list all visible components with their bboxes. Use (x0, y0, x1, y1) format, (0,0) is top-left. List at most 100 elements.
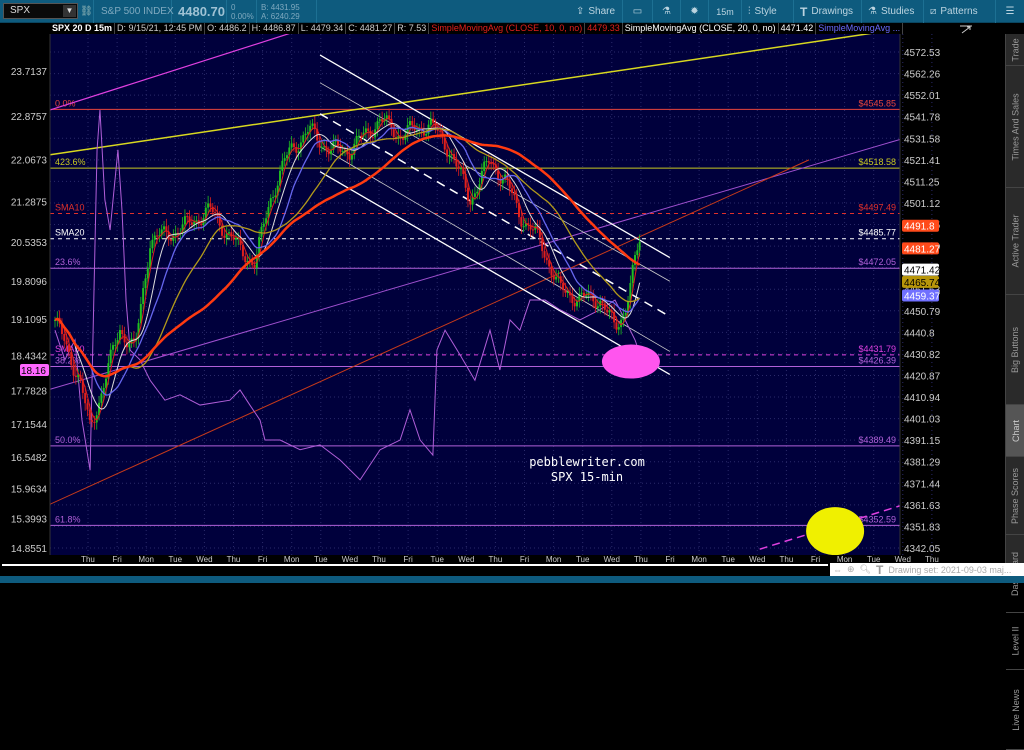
candle-body (446, 149, 449, 157)
sma20-study-label[interactable]: SimpleMovingAvg (CLOSE, 20, 0, no) (623, 23, 779, 34)
candle-body (371, 137, 374, 139)
sidebar-tab-times-and-sales[interactable]: Times And Sales (1006, 66, 1024, 188)
sidebar-tab-big-buttons[interactable]: Big Buttons (1006, 295, 1024, 405)
level-price: $4518.58 (858, 157, 896, 167)
candle-body (281, 160, 284, 171)
candle-body (223, 235, 226, 238)
horizontal-scrollbar[interactable] (2, 564, 828, 574)
candle-body (425, 133, 428, 136)
pan-icon[interactable]: ⇔ (833, 565, 842, 575)
candle-body (357, 135, 360, 137)
candle-body (170, 239, 172, 241)
candle-body (545, 257, 548, 261)
candle-body (476, 191, 479, 194)
sidebar-tab-phase-scores[interactable]: Phase Scores (1006, 457, 1024, 535)
candle-body (84, 392, 87, 404)
sidebar-tab-trade[interactable]: Trade (1006, 34, 1024, 66)
bar-open: O: 4486.2 (205, 23, 250, 34)
zoom-icon[interactable]: 🔍︎ (860, 564, 871, 575)
sma10-study-label[interactable]: SimpleMovingAvg (CLOSE, 10, 0, no) (429, 23, 586, 34)
candle-body (376, 121, 379, 130)
pink-target-ellipse (601, 344, 660, 379)
text-tool-icon[interactable]: T (876, 563, 883, 577)
candle-body (86, 403, 89, 410)
candle-body (564, 290, 567, 293)
candle-body (511, 188, 514, 194)
candle-body (286, 155, 288, 159)
price-tick-label: 4521.41 (904, 156, 941, 167)
crosshair-icon[interactable]: ⊕ (847, 564, 855, 575)
candle-body (457, 166, 460, 169)
price-tick-label: 4401.03 (904, 415, 941, 426)
price-tick-label: 4391.15 (904, 436, 941, 447)
candle-body (367, 128, 370, 131)
sidebar-tab-live-news[interactable]: Live News (1006, 670, 1024, 750)
candle-body (283, 158, 286, 161)
candle-body (555, 276, 558, 280)
vix-tick-label: 19.8096 (11, 277, 48, 288)
candle-body (631, 264, 634, 284)
price-badge-label: 4471.42 (904, 266, 941, 277)
candle-body (207, 203, 210, 208)
candle-body (163, 226, 166, 230)
candle-body (114, 344, 117, 346)
sma50-study-label[interactable]: SimpleMovingAvg ... (816, 23, 904, 34)
candle-body (327, 150, 330, 155)
level-label: 423.6% (55, 157, 86, 167)
price-chart[interactable]: 0.0% $4545.85423.6% $4518.58SMA10 $4497.49S… (0, 0, 1024, 583)
candle-body (306, 132, 309, 134)
candle-body (522, 226, 525, 228)
price-badge-label: 4481.27 (904, 244, 941, 255)
candle-body (552, 275, 555, 280)
vix-tick-label: 14.8551 (11, 544, 48, 555)
candle-body (603, 303, 606, 310)
candle-body (378, 119, 381, 122)
chart-title: SPX 20 D 15m (50, 23, 116, 34)
candle-body (585, 295, 588, 297)
candle-body (381, 119, 384, 122)
candle-body (253, 265, 256, 268)
candle-body (601, 300, 604, 304)
vix-tick-label: 15.3993 (11, 515, 48, 526)
sma10-value: 4479.33 (585, 23, 623, 34)
candle-body (448, 155, 451, 157)
level-price: $4497.49 (858, 202, 896, 212)
vix-tick-label: 22.8757 (11, 112, 48, 123)
price-tick-label: 4371.44 (904, 479, 941, 490)
vix-tick-label: 20.5353 (11, 238, 48, 249)
candle-body (109, 349, 112, 364)
drawing-set-selector[interactable]: Drawing set: 2021-09-03 maj... (888, 565, 1011, 575)
candle-body (123, 334, 126, 343)
sidebar-tab-active-trader[interactable]: Active Trader (1006, 188, 1024, 295)
candle-body (566, 291, 569, 293)
candle-body (142, 288, 145, 305)
candle-body (573, 303, 576, 307)
candle-body (531, 229, 534, 231)
level-label: 50.0% (55, 435, 81, 445)
candle-body (562, 282, 565, 291)
candle-body (232, 236, 235, 240)
sidebar-tab-label: Active Trader (1010, 214, 1021, 268)
candle-body (350, 155, 353, 160)
candle-body (128, 343, 131, 348)
level-price: $4389.49 (858, 435, 896, 445)
candle-body (260, 226, 263, 237)
sidebar-tab-chart[interactable]: Chart (1006, 405, 1024, 457)
bottom-tools: ⇔ ⊕ 🔍︎ T Drawing set: 2021-09-03 maj... (830, 563, 1024, 577)
candle-body (320, 147, 323, 149)
candle-body (186, 216, 189, 218)
vix-tick-label: 18.4342 (11, 351, 48, 362)
price-badge-label: 4459.37 (904, 292, 941, 303)
price-badge-label: 4465.74 (904, 278, 941, 289)
sma20-value: 4471.42 (779, 23, 817, 34)
candle-body (290, 143, 293, 148)
candle-body (483, 161, 486, 171)
sidebar-tab-level-ii[interactable]: Level II (1006, 613, 1024, 670)
sidebar-tab-label: Times And Sales (1010, 92, 1021, 161)
candle-body (153, 235, 156, 240)
price-tick-label: 4430.82 (904, 350, 941, 361)
watermark-caption: SPX 15-min (551, 470, 623, 484)
level-label: SMA10 (55, 202, 85, 212)
chart-info-bar: SPX 20 D 15m D: 9/15/21, 12:45 PM O: 448… (50, 23, 904, 34)
candle-body (77, 374, 80, 378)
